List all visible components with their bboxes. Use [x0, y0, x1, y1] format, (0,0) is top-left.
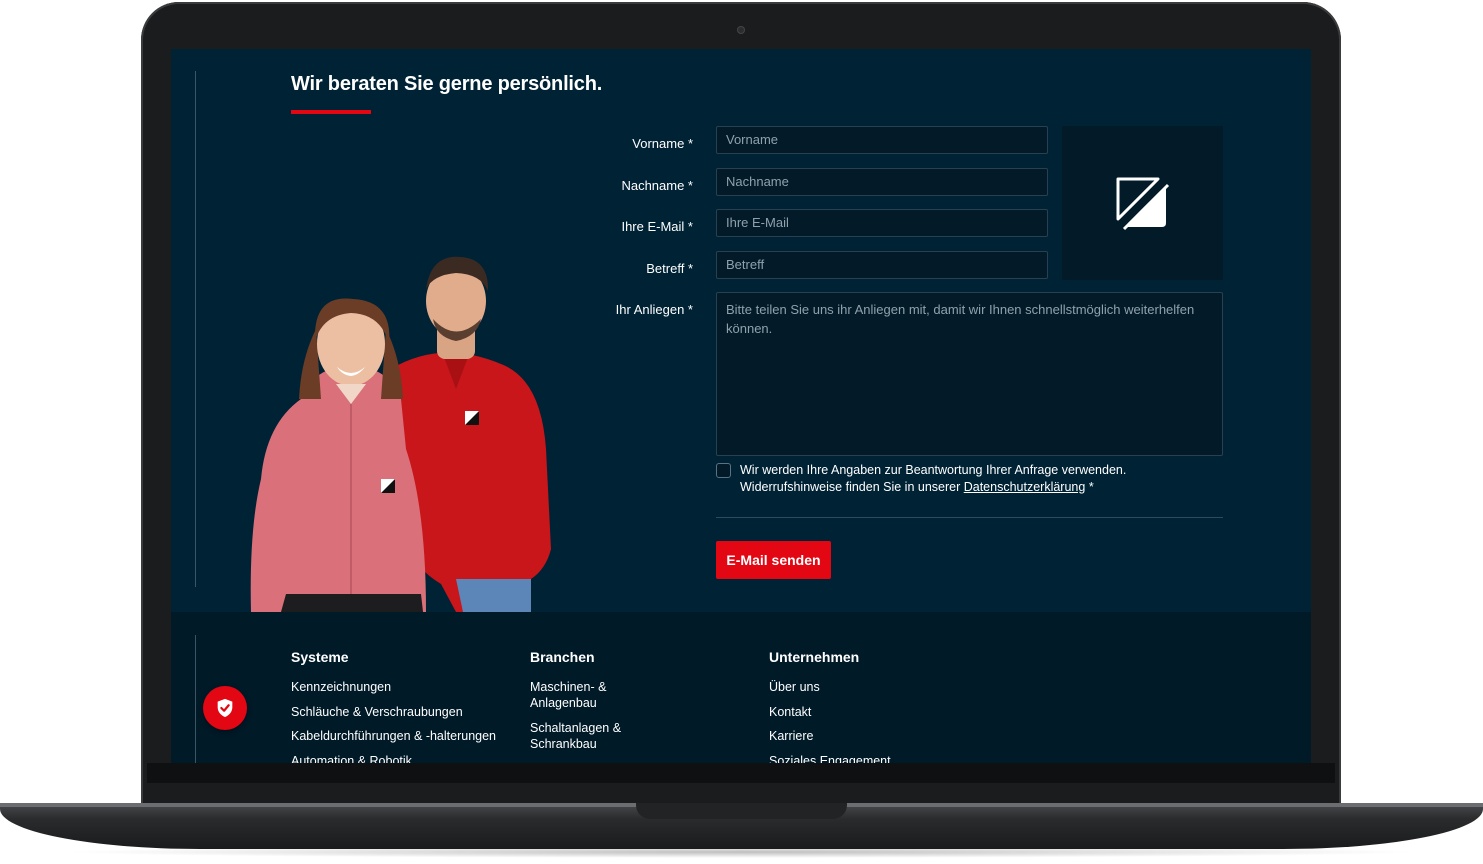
- footer-decorative-line: [195, 635, 196, 763]
- camera-icon: [737, 26, 745, 34]
- email-label: Ihre E-Mail *: [621, 219, 693, 234]
- lastname-label: Nachname *: [621, 178, 693, 193]
- send-email-button[interactable]: E-Mail senden: [716, 541, 831, 579]
- message-label: Ihr Anliegen *: [615, 302, 693, 317]
- message-textarea[interactable]: Bitte teilen Sie uns ihr Anliegen mit, d…: [716, 292, 1223, 456]
- consent-checkbox[interactable]: [716, 463, 731, 478]
- footer-link[interactable]: Schläuche & Verschraubungen: [291, 704, 496, 720]
- shield-check-icon: [217, 698, 233, 718]
- footer-link[interactable]: Kennzeichnungen: [291, 679, 496, 695]
- browser-viewport[interactable]: Wir beraten Sie gerne persönlich. Vornam…: [171, 49, 1311, 763]
- form-labels: Vorname * Nachname * Ihre E-Mail * Betre…: [551, 49, 693, 349]
- footer-column-unternehmen: Unternehmen Über uns Kontakt Karriere So…: [769, 649, 891, 763]
- lastname-input[interactable]: Nachname: [716, 168, 1048, 196]
- consent-required-mark: *: [1088, 479, 1094, 494]
- footer: Systeme Kennzeichnungen Schläuche & Vers…: [171, 612, 1311, 763]
- consent-line-1: Wir werden Ihre Angaben zur Beantwortung…: [740, 463, 1127, 477]
- footer-link[interactable]: Maschinen- & Anlagenbau: [530, 679, 640, 711]
- brand-logo-box: [1062, 126, 1223, 280]
- laptop-notch: [636, 803, 847, 819]
- footer-column-title: Unternehmen: [769, 649, 860, 665]
- decorative-line: [195, 71, 196, 587]
- footer-column-systeme: Systeme Kennzeichnungen Schläuche & Vers…: [291, 649, 496, 763]
- form-divider: [716, 517, 1223, 518]
- team-photo: [250, 256, 551, 612]
- footer-link[interactable]: Schaltanlagen & Schrankbau: [530, 720, 640, 752]
- footer-link[interactable]: Soziales Engagement: [769, 753, 891, 764]
- footer-column-branchen: Branchen Maschinen- & Anlagenbau Schalta…: [530, 649, 640, 760]
- privacy-settings-button[interactable]: [203, 686, 247, 730]
- footer-column-title: Systeme: [291, 649, 349, 665]
- brand-logo-icon: [1116, 177, 1170, 231]
- firstname-input[interactable]: Vorname: [716, 126, 1048, 154]
- heading-underline: [291, 110, 371, 114]
- firstname-label: Vorname *: [632, 136, 693, 151]
- consent-line-2: Widerrufshinweise finden Sie in unserer: [740, 479, 961, 494]
- subject-input[interactable]: Betreff: [716, 251, 1048, 279]
- subject-label: Betreff *: [646, 261, 693, 276]
- footer-link[interactable]: Karriere: [769, 728, 891, 744]
- footer-link[interactable]: Automation & Robotik: [291, 753, 496, 764]
- footer-column-title: Branchen: [530, 649, 595, 665]
- screen-bezel: [147, 763, 1335, 783]
- email-input[interactable]: Ihre E-Mail: [716, 209, 1048, 237]
- consent-text: Wir werden Ihre Angaben zur Beantwortung…: [740, 462, 1240, 495]
- footer-link[interactable]: Über uns: [769, 679, 891, 695]
- footer-link[interactable]: Kabeldurchführungen & -halterungen: [291, 728, 496, 744]
- woman-figure: [250, 298, 426, 612]
- footer-link[interactable]: Kontakt: [769, 704, 891, 720]
- privacy-policy-link[interactable]: Datenschutzerklärung: [964, 480, 1086, 494]
